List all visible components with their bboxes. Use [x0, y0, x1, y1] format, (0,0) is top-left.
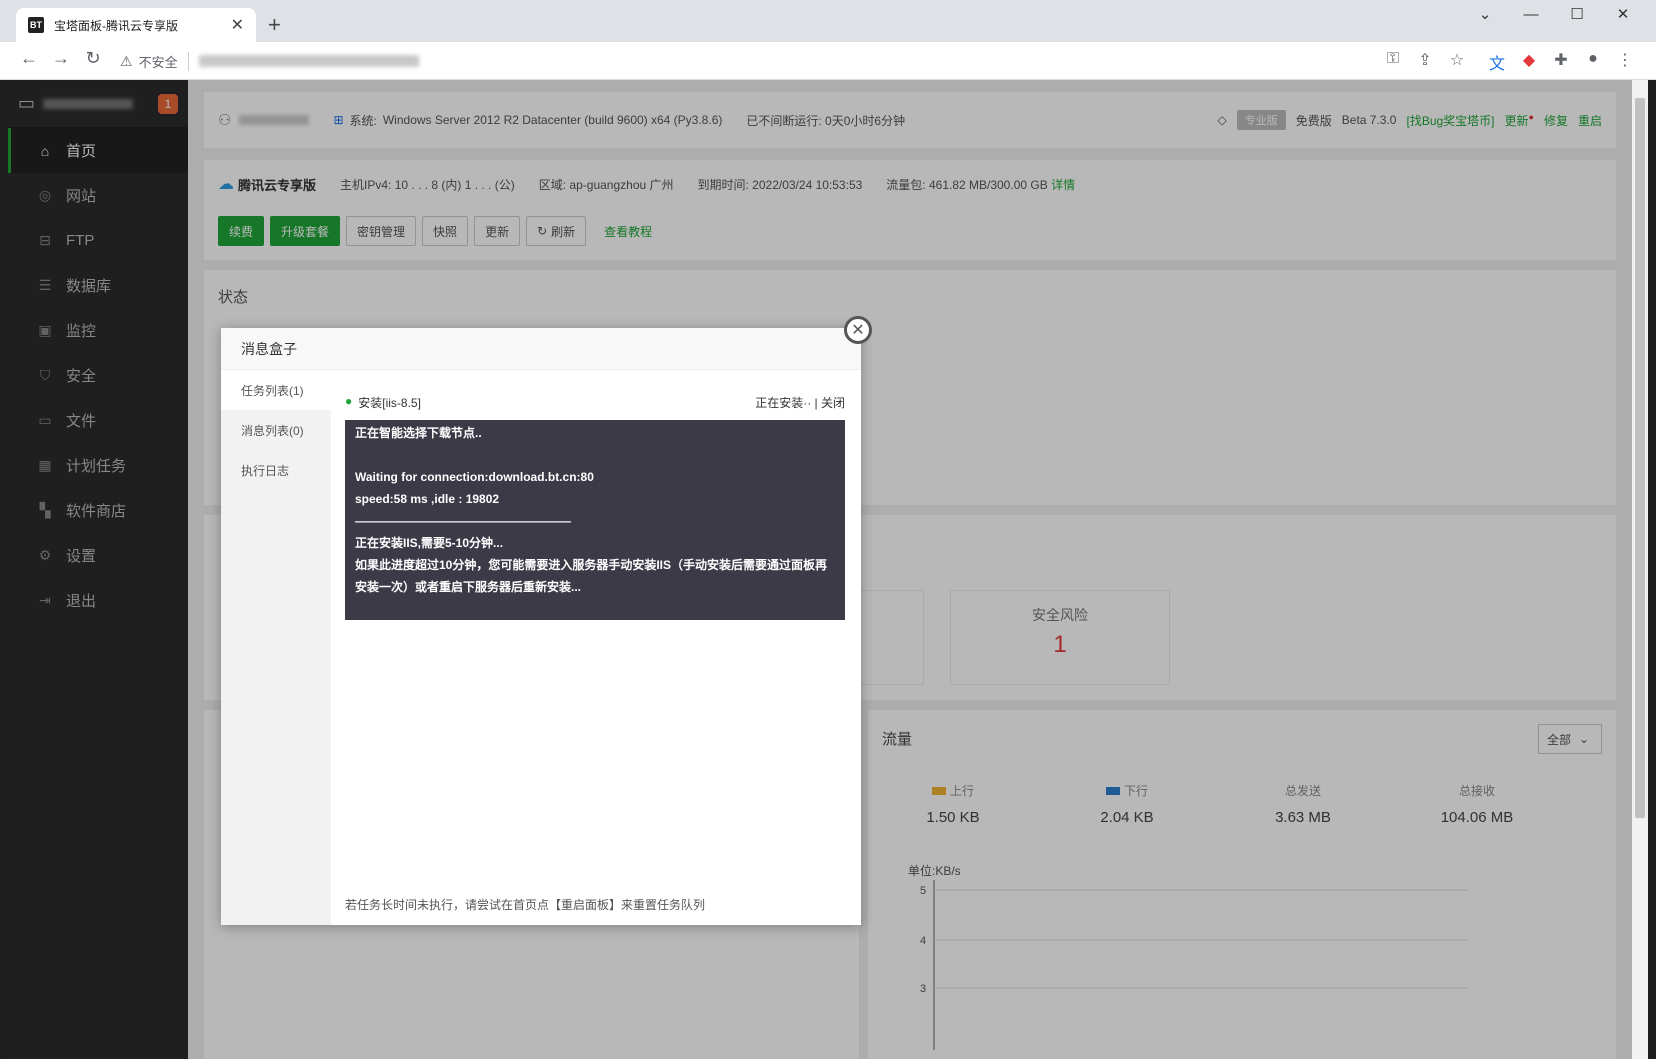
message-box-dialog: 消息盒子 ✕ 任务列表(1) 消息列表(0) 执行日志 ● 安装[iis-8.5…	[221, 316, 872, 925]
insecure-label: 不安全	[139, 51, 189, 71]
tab-title: 宝塔面板-腾讯云专享版	[54, 18, 178, 33]
minimize-icon[interactable]: —	[1508, 4, 1554, 26]
task-close-link[interactable]: | 关闭	[815, 396, 845, 410]
dialog-tabs: 任务列表(1) 消息列表(0) 执行日志	[221, 370, 331, 925]
address-bar: ← → ↻ ⚠ 不安全 ⚿ ⇪ ☆ 文 ◆ ✚ ● ⋮	[0, 42, 1656, 80]
console-line: speed:58 ms ,idle : 19802	[355, 492, 500, 506]
extension-icon[interactable]: ◆	[1518, 50, 1540, 70]
reload-icon[interactable]: ↻	[80, 48, 106, 69]
share-icon[interactable]: ⇪	[1414, 50, 1436, 70]
dialog-body: ● 安装[iis-8.5] 正在安装·· | 关闭 正在智能选择下载节点.. W…	[331, 370, 861, 925]
browser-tabbar: BT 宝塔面板-腾讯云专享版 ✕ + ⌄ — ☐ ✕	[0, 0, 1656, 42]
url-text	[198, 55, 419, 67]
puzzle-icon[interactable]: ✚	[1550, 50, 1572, 70]
star-icon[interactable]: ☆	[1446, 50, 1468, 70]
dialog-footer-note: 若任务长时间未执行，请尝试在首页点【重启面板】来重置任务队列	[345, 898, 706, 912]
tab-exec-log[interactable]: 执行日志	[221, 450, 331, 490]
task-row: ● 安装[iis-8.5] 正在安装·· | 关闭	[345, 394, 845, 411]
translate-icon[interactable]: 文	[1486, 50, 1508, 74]
task-status: 正在安装·· | 关闭	[755, 394, 845, 411]
install-console: 正在智能选择下载节点.. Waiting for connection:down…	[345, 420, 845, 620]
console-line: Waiting for connection:download.bt.cn:80	[355, 470, 594, 484]
scroll-thumb[interactable]	[1635, 98, 1645, 818]
maximize-icon[interactable]: ☐	[1554, 4, 1600, 26]
forward-icon[interactable]: →	[48, 48, 74, 69]
back-icon[interactable]: ←	[16, 48, 42, 69]
task-status-label: 正在安装··	[755, 396, 812, 410]
new-tab-icon[interactable]: +	[268, 12, 281, 38]
window-close-icon[interactable]: ✕	[1600, 4, 1646, 26]
tab-message-list[interactable]: 消息列表(0)	[221, 410, 331, 450]
tab-task-list[interactable]: 任务列表(1)	[221, 370, 331, 410]
menu-icon[interactable]: ⋮	[1614, 50, 1636, 70]
profile-icon[interactable]: ●	[1582, 50, 1604, 68]
key-icon[interactable]: ⚿	[1382, 50, 1404, 68]
status-dot-icon: ●	[345, 394, 353, 408]
bt-favicon-icon: BT	[28, 17, 44, 33]
tab-search-icon[interactable]: ⌄	[1462, 4, 1508, 26]
console-line: ——————————————————	[355, 514, 571, 528]
tab-close-icon[interactable]: ✕	[231, 15, 244, 35]
url-field[interactable]: ⚠ 不安全	[120, 46, 1440, 76]
close-icon[interactable]: ✕	[844, 316, 872, 344]
dialog-title: 消息盒子	[221, 328, 861, 370]
console-line: 正在智能选择下载节点..	[355, 426, 482, 440]
browser-tab[interactable]: BT 宝塔面板-腾讯云专享版 ✕	[16, 8, 256, 42]
page-scrollbar[interactable]	[1632, 80, 1648, 1059]
warning-icon: ⚠	[120, 52, 133, 69]
task-name: 安装[iis-8.5]	[358, 396, 421, 410]
console-line: 正在安装IIS,需要5-10分钟...	[355, 536, 504, 550]
console-line: 如果此进度超过10分钟，您可能需要进入服务器手动安装IIS（手动安装后需要通过面…	[355, 558, 828, 594]
